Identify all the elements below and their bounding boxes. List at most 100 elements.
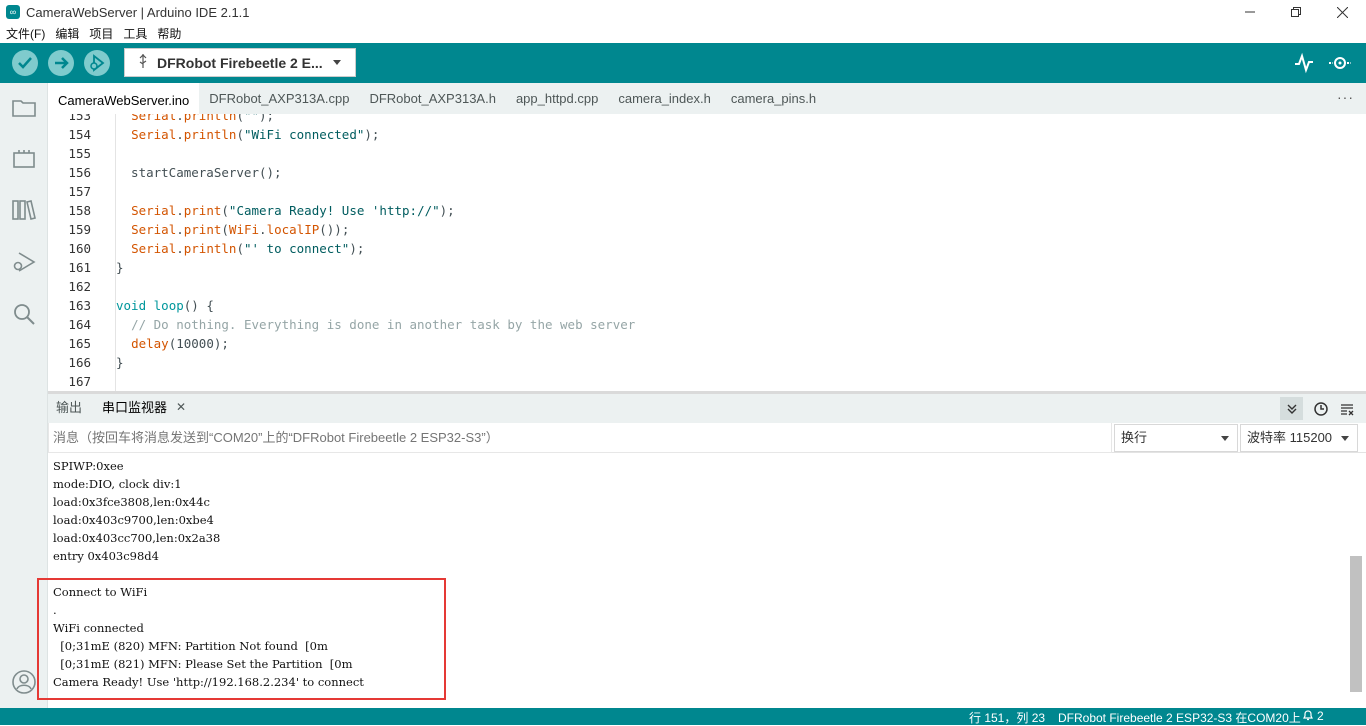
line-number: 154 [68,127,91,142]
code-line: // Do nothing. Everything is done in ano… [131,317,636,332]
code-line: Serial.println(""); [131,114,275,123]
menu-file[interactable]: 文件(F) [6,25,45,42]
checkmark-icon [18,57,32,69]
debug-icon [13,252,36,272]
restore-icon [1291,7,1301,17]
line-number: 160 [68,241,91,256]
tab-camerawebserver-ino[interactable]: CameraWebServer.ino [48,83,200,114]
account-button[interactable] [10,668,38,696]
board-selector[interactable]: DFRobot Firebeetle 2 E... [124,48,356,77]
tab-camera-pins-h[interactable]: camera_pins.h [721,83,826,114]
code-line: Serial.print(WiFi.localIP()); [131,222,350,237]
clear-output-button[interactable] [1335,397,1358,420]
autoscroll-icon [1287,404,1296,414]
notification-count[interactable]: 2 [1317,709,1324,723]
line-number: 157 [68,184,91,199]
boards-manager-button[interactable] [10,145,38,173]
serial-line: load:0x3fce3808,len:0x44c [53,495,210,509]
highlight-box [37,578,446,700]
sketchbook-button[interactable] [10,93,38,121]
user-icon [12,670,36,694]
menu-edit[interactable]: 编辑 [55,25,79,42]
serial-plotter-button[interactable] [1292,51,1316,75]
more-tabs-button[interactable]: ··· [1337,89,1354,105]
menu-help[interactable]: 帮助 [157,25,181,42]
verify-button[interactable] [12,50,38,76]
search-icon [14,304,35,325]
code-line: } [116,355,124,370]
code-line: startCameraServer(); [116,165,282,180]
line-number: 162 [68,279,91,294]
code-line: void loop() { [116,298,214,313]
serial-scrollbar[interactable] [1350,556,1362,692]
serial-line: SPIWP:0xee [53,459,124,473]
chevron-down-icon [1221,436,1229,441]
editor-tabs: CameraWebServer.ino DFRobot_AXP313A.cpp … [48,83,1366,114]
menu-sketch[interactable]: 项目 [89,25,113,42]
autoscroll-button[interactable] [1280,397,1303,420]
status-bar: 行 151，列 23 DFRobot Firebeetle 2 ESP32-S3… [0,708,1366,725]
serial-message-input[interactable] [48,423,1112,453]
line-number: 156 [68,165,91,180]
close-window-button[interactable] [1319,0,1365,24]
debug-icon [90,54,105,72]
search-button[interactable] [10,300,38,328]
arduino-logo-icon: ∞ [6,5,20,19]
baud-rate-select[interactable]: 波特率 115200 [1240,424,1358,452]
serial-input-row: 换行 波特率 115200 [48,423,1366,453]
library-manager-button[interactable] [10,196,38,224]
debug-panel-button[interactable] [10,248,38,276]
line-number: 153 [68,114,91,123]
usb-icon [139,54,147,71]
cursor-position[interactable]: 行 151，列 23 [969,709,1045,726]
clock-icon [1313,401,1328,416]
clear-icon [1340,403,1353,415]
notification-bell-icon[interactable] [1302,709,1314,724]
debug-button[interactable] [84,50,110,76]
board-port-status[interactable]: DFRobot Firebeetle 2 ESP32-S3 在COM20上 [1058,709,1301,726]
line-number: 167 [68,374,91,389]
chevron-down-icon [333,60,341,65]
code-line: } [116,260,124,275]
line-number: 155 [68,146,91,161]
tab-dfrobot-axp313a-cpp[interactable]: DFRobot_AXP313A.cpp [199,83,359,114]
tab-serial-monitor[interactable]: 串口监视器 [102,394,167,423]
serial-monitor-icon [1329,57,1351,69]
code-line: Serial.print("Camera Ready! Use 'http://… [131,203,455,218]
folder-icon [12,100,36,117]
upload-button[interactable] [48,50,74,76]
close-icon [1336,6,1348,18]
line-ending-value: 换行 [1121,430,1148,445]
code-editor[interactable]: 153 154 155 156 157 158 159 160 161 162 … [48,114,1366,391]
tab-output[interactable]: 输出 [56,394,82,423]
timestamp-button[interactable] [1309,397,1332,420]
line-number: 159 [68,222,91,237]
serial-line: entry 0x403c98d4 [53,549,159,563]
tab-dfrobot-axp313a-h[interactable]: DFRobot_AXP313A.h [359,83,505,114]
library-icon [12,200,36,220]
title-bar: ∞ CameraWebServer | Arduino IDE 2.1.1 [0,0,1366,24]
window-title: CameraWebServer | Arduino IDE 2.1.1 [26,4,250,20]
line-number: 158 [68,203,91,218]
code-line: delay(10000); [131,336,229,351]
close-tab-icon[interactable]: ✕ [176,394,186,423]
code-line: Serial.println("WiFi connected"); [131,127,380,142]
serial-line: load:0x403cc700,len:0x2a38 [53,531,221,545]
menu-tools[interactable]: 工具 [123,25,147,42]
restore-button[interactable] [1273,0,1319,24]
baud-rate-value: 波特率 115200 [1247,430,1333,445]
board-icon [13,150,35,168]
line-ending-select[interactable]: 换行 [1114,424,1238,452]
line-number: 163 [68,298,91,313]
line-number: 164 [68,317,91,332]
serial-monitor-button[interactable] [1327,51,1351,75]
menu-bar: 文件(F) 编辑 项目 工具 帮助 [0,24,1366,43]
toolbar: DFRobot Firebeetle 2 E... [0,43,1366,83]
line-number: 166 [68,355,91,370]
minimize-button[interactable] [1227,0,1273,24]
tab-app-httpd-cpp[interactable]: app_httpd.cpp [506,83,608,114]
line-number: 165 [68,336,91,351]
tab-camera-index-h[interactable]: camera_index.h [608,83,721,114]
serial-line: load:0x403c9700,len:0xbe4 [53,513,214,527]
plotter-icon [1295,52,1313,74]
